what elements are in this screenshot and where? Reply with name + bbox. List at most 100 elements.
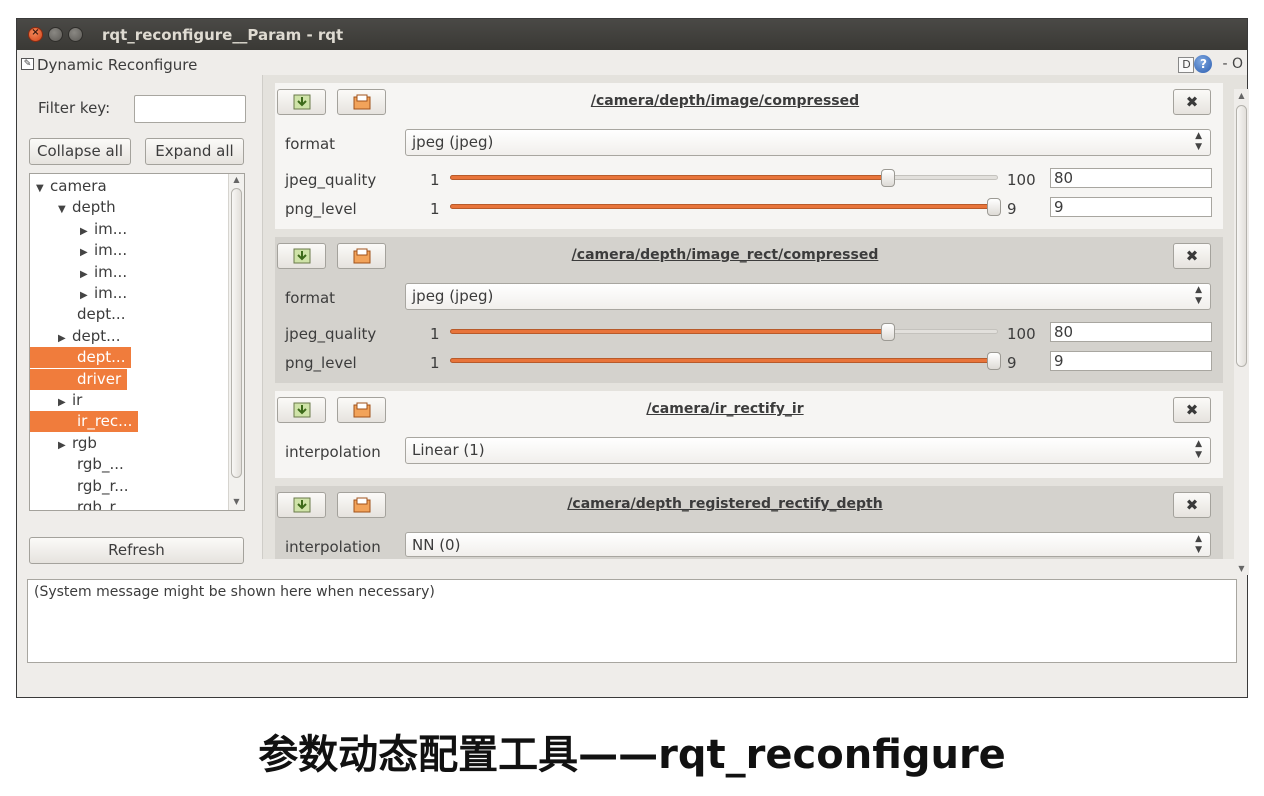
tree-item-label: im... (94, 284, 128, 302)
param-label-format: format (285, 135, 336, 153)
jpeg-quality-max: 100 (1007, 171, 1036, 189)
load-config-button[interactable] (277, 243, 326, 269)
help-icon[interactable]: ? (1194, 55, 1213, 73)
config-scroll-thumb[interactable] (1236, 105, 1247, 367)
refresh-button[interactable]: Refresh (29, 537, 244, 564)
panel-title: /camera/depth_registered_rectify_depth (567, 496, 883, 512)
window-titlebar[interactable]: × rqt_reconfigure__Param - rqt (17, 19, 1247, 50)
load-icon (293, 248, 311, 264)
load-icon (293, 402, 311, 418)
load-icon (293, 94, 311, 110)
tree-scrollbar[interactable]: ▲ ▼ (228, 174, 244, 510)
tree-item[interactable]: ▼ depth (58, 197, 116, 218)
tree-item[interactable]: ▶ im... (80, 240, 127, 261)
save-icon (353, 248, 371, 264)
tree-item[interactable]: ir_rec... (30, 411, 139, 433)
jpeg-quality-slider[interactable] (450, 323, 998, 341)
collapsed-arrow-icon[interactable]: ▶ (58, 328, 72, 349)
expand-arrow-icon[interactable]: ▼ (58, 199, 72, 220)
collapsed-arrow-icon[interactable]: ▶ (80, 242, 94, 263)
window-minimize-button[interactable] (48, 27, 63, 42)
load-config-button[interactable] (277, 397, 326, 423)
jpeg-quality-slider[interactable] (450, 169, 998, 187)
png-level-min: 1 (430, 200, 440, 218)
load-icon (293, 497, 311, 513)
tree-item-label: im... (94, 241, 128, 260)
tree-item[interactable]: rgb_... (73, 454, 124, 475)
slider-handle[interactable] (881, 169, 896, 187)
dock-d-icon[interactable]: D (1178, 57, 1195, 73)
tree-scroll-thumb[interactable] (231, 188, 242, 478)
panel-close-button[interactable]: ✖ (1173, 89, 1211, 115)
panel-title: /camera/ir_rectify_ir (646, 401, 804, 417)
tree-item[interactable]: rgb_r... (73, 476, 129, 497)
window-maximize-button[interactable] (68, 27, 83, 42)
png-level-input[interactable]: 9 (1050, 197, 1212, 217)
tree-item[interactable]: ▶ im... (80, 262, 127, 283)
filter-key-input[interactable] (134, 95, 246, 123)
slider-handle[interactable] (987, 198, 1001, 216)
interpolation-combo[interactable]: NN (0) ▲ ▼ (405, 532, 1211, 557)
combo-arrows-icon: ▲ ▼ (1195, 439, 1202, 460)
expand-arrow-icon[interactable]: ▼ (36, 178, 50, 199)
param-label-interpolation: interpolation (285, 443, 381, 461)
png-level-max: 9 (1007, 200, 1017, 218)
panel-close-button[interactable]: ✖ (1173, 397, 1211, 423)
tree-item[interactable]: rgb_r... (73, 497, 129, 510)
collapsed-arrow-icon[interactable]: ▶ (58, 435, 72, 456)
panel-close-button[interactable]: ✖ (1173, 243, 1211, 269)
png-level-slider[interactable] (450, 198, 1001, 216)
window-close-button[interactable]: × (28, 27, 43, 42)
config-panel: /camera/depth/image/compressed ✖ format … (275, 83, 1223, 229)
scroll-down-icon[interactable]: ▼ (1236, 564, 1247, 573)
tree-item-label: dept... (72, 326, 121, 345)
tree-item[interactable]: dept... (73, 304, 125, 325)
png-level-slider[interactable] (450, 352, 1001, 370)
tree-item[interactable]: ▼ camera (36, 176, 107, 197)
scroll-down-icon[interactable]: ▼ (231, 497, 242, 509)
collapsed-arrow-icon[interactable]: ▶ (80, 285, 94, 306)
tree-item-label: im... (94, 219, 128, 238)
expand-all-button[interactable]: Expand all (145, 138, 244, 165)
plugin-controls: D? - O (1178, 55, 1243, 73)
tree-item-label: driver (77, 369, 122, 388)
slider-handle[interactable] (881, 323, 896, 341)
tree-item[interactable]: ▶ im... (80, 283, 127, 304)
scroll-up-icon[interactable]: ▲ (231, 175, 242, 187)
filter-key-label: Filter key: (38, 99, 111, 117)
format-combo[interactable]: jpeg (jpeg) ▲ ▼ (405, 129, 1211, 156)
jpeg-quality-input[interactable]: 80 (1050, 168, 1212, 188)
tree-item[interactable]: ▶ dept... (58, 326, 120, 347)
plugin-close-controls[interactable]: - O (1222, 56, 1243, 72)
tree-item-label: im... (94, 262, 128, 281)
param-label-format: format (285, 289, 336, 307)
interpolation-combo[interactable]: Linear (1) ▲ ▼ (405, 437, 1211, 464)
param-label-png-level: png_level (285, 354, 357, 372)
png-level-input[interactable]: 9 (1050, 351, 1212, 371)
panel-close-button[interactable]: ✖ (1173, 492, 1211, 518)
collapsed-arrow-icon[interactable]: ▶ (80, 264, 94, 285)
tree-item-label: camera (50, 177, 107, 195)
collapse-all-button[interactable]: Collapse all (29, 138, 131, 165)
tree-item[interactable]: ▶ ir (58, 390, 82, 411)
jpeg-quality-input[interactable]: 80 (1050, 322, 1212, 342)
collapsed-arrow-icon[interactable]: ▶ (80, 221, 94, 242)
tree-item[interactable]: ▶ rgb (58, 433, 97, 454)
jpeg-quality-min: 1 (430, 171, 440, 189)
slider-handle[interactable] (987, 352, 1001, 370)
video-caption: 参数动态配置工具——rqt_reconfigure (258, 732, 1006, 778)
config-scrollbar[interactable]: ▲ ▼ (1234, 89, 1249, 575)
collapsed-arrow-icon[interactable]: ▶ (58, 392, 72, 413)
node-tree[interactable]: ▲ ▼ ▼ camera ▼ depth ▶ im... ▶ im... ▶ im... ▶ im..… (29, 173, 245, 511)
tree-item[interactable]: driver (30, 368, 128, 390)
window-title: rqt_reconfigure__Param - rqt (102, 26, 344, 44)
format-combo[interactable]: jpeg (jpeg) ▲ ▼ (405, 283, 1211, 310)
param-label-jpeg-quality: jpeg_quality (285, 325, 377, 343)
tree-item[interactable]: dept... (30, 347, 132, 369)
panel-title: /camera/depth/image/compressed (590, 93, 860, 109)
scroll-up-icon[interactable]: ▲ (1236, 91, 1247, 100)
tree-item-label: ir_rec... (77, 412, 133, 431)
tree-item[interactable]: ▶ im... (80, 219, 127, 240)
load-config-button[interactable] (277, 492, 326, 518)
load-config-button[interactable] (277, 89, 326, 115)
